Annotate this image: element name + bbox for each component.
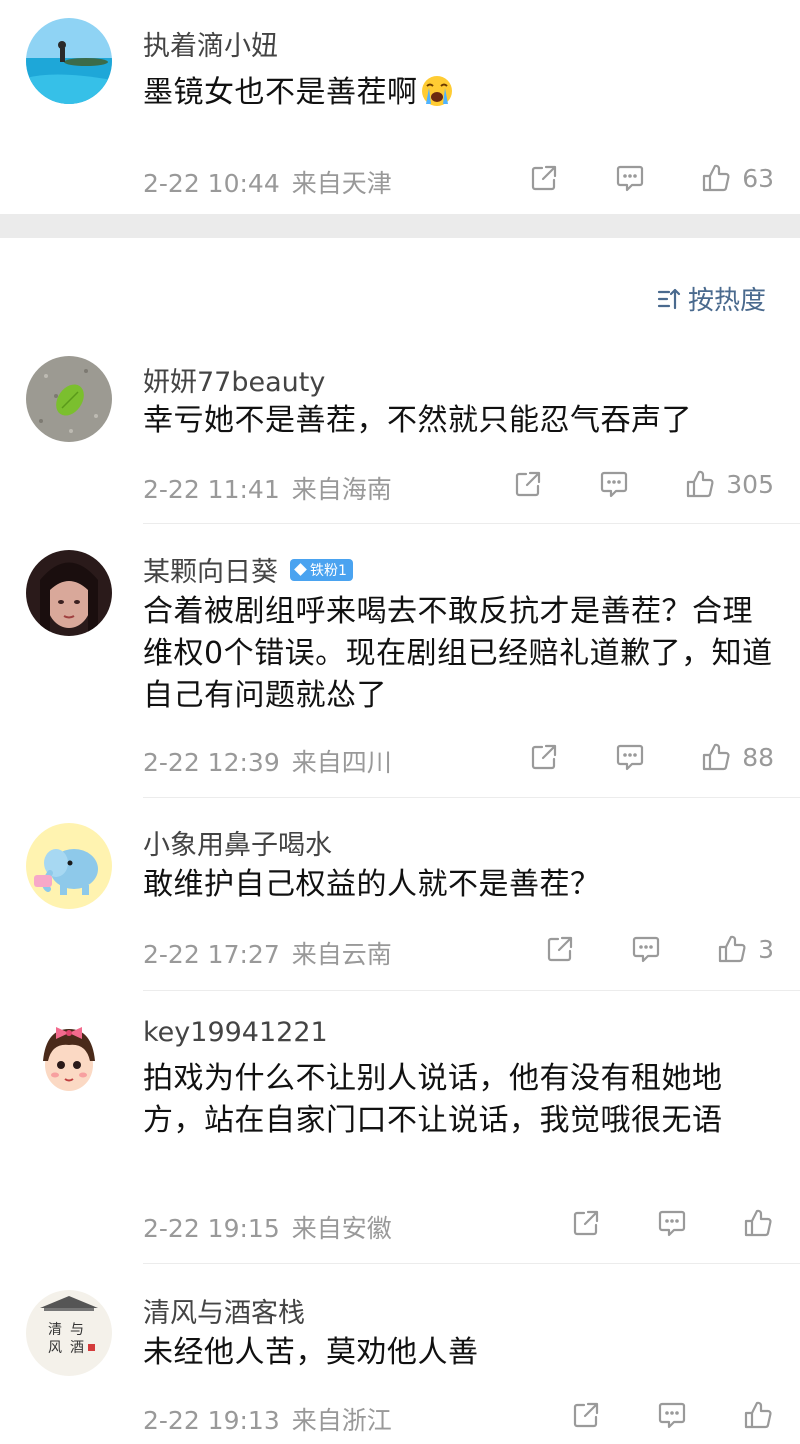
crying-face-emoji — [420, 74, 454, 120]
sort-icon — [657, 288, 681, 309]
comment-text: 未经他人苦，莫劝他人善 — [143, 1335, 479, 1370]
username[interactable]: 小象用鼻子喝水 — [143, 823, 332, 862]
svg-text:清: 清 — [48, 1322, 62, 1338]
divider — [143, 523, 800, 524]
comment-list-page: 执着滴小妞 墨镜女也不是善茬啊 2-22 10:44 来自天津 63 按热度 妍… — [0, 0, 800, 1444]
avatar[interactable] — [26, 823, 112, 909]
diamond-icon — [294, 563, 307, 576]
comment-meta: 2-22 19:15 来自安徽 — [143, 1209, 392, 1245]
comment-location: 来自浙江 — [291, 1406, 392, 1435]
comment-meta: 2-22 17:27 来自云南 — [143, 935, 392, 971]
thumbs-up-icon — [687, 470, 714, 498]
username[interactable]: 清风与酒客栈 — [143, 1291, 305, 1330]
comment-text: 幸亏她不是善茬，不然就只能忍气吞声了 — [143, 403, 692, 438]
comment-actions — [570, 1207, 774, 1239]
like-button[interactable]: 305 — [684, 468, 774, 500]
comment-icon[interactable] — [614, 162, 646, 194]
comment-icon[interactable] — [630, 933, 662, 965]
comment-location: 来自海南 — [291, 475, 392, 504]
comment-actions: 305 — [512, 468, 774, 500]
like-button[interactable]: 3 — [716, 933, 774, 965]
comment-text: 墨镜女也不是善茬啊 — [143, 72, 783, 120]
avatar[interactable] — [26, 356, 112, 442]
comment-date: 2-22 11:41 — [143, 475, 280, 504]
divider — [143, 990, 800, 991]
divider — [143, 797, 800, 798]
section-separator — [0, 214, 800, 238]
comment-actions — [570, 1399, 774, 1431]
like-button[interactable] — [742, 1399, 774, 1431]
comment-date: 2-22 19:13 — [143, 1406, 280, 1435]
like-button[interactable]: 88 — [700, 741, 774, 773]
svg-text:风: 风 — [48, 1340, 62, 1356]
username[interactable]: key19941221 — [143, 1017, 328, 1048]
comment-icon[interactable] — [656, 1399, 688, 1431]
share-icon[interactable] — [570, 1207, 602, 1239]
like-button[interactable]: 63 — [700, 162, 774, 194]
svg-text:酒: 酒 — [70, 1340, 84, 1356]
share-icon[interactable] — [570, 1399, 602, 1431]
comment-date: 2-22 10:44 — [143, 169, 280, 198]
comment-location: 来自云南 — [291, 940, 392, 969]
like-count: 63 — [742, 163, 774, 193]
like-button[interactable] — [742, 1207, 774, 1239]
avatar[interactable]: 清 风 与 酒 — [26, 1290, 112, 1376]
share-icon[interactable] — [528, 741, 560, 773]
avatar[interactable] — [26, 550, 112, 636]
avatar[interactable] — [26, 1015, 112, 1101]
comment-actions: 88 — [528, 741, 774, 773]
comment-date: 2-22 17:27 — [143, 940, 280, 969]
comment-date: 2-22 12:39 — [143, 748, 280, 777]
username[interactable]: 执着滴小妞 — [143, 24, 278, 63]
share-icon[interactable] — [528, 162, 560, 194]
comment-actions: 63 — [528, 162, 774, 194]
sort-label: 按热度 — [687, 286, 766, 316]
comment-location: 来自安徽 — [291, 1214, 392, 1243]
user-row: key19941221 — [143, 1017, 328, 1048]
comment-icon[interactable] — [656, 1207, 688, 1239]
svg-text:与: 与 — [70, 1322, 84, 1338]
thumbs-up-icon — [744, 1401, 772, 1429]
fan-badge-label: 铁粉1 — [310, 562, 347, 579]
like-count: 305 — [726, 469, 774, 499]
comment-icon[interactable] — [598, 468, 630, 500]
comment-icon[interactable] — [614, 741, 646, 773]
username[interactable]: 某颗向日葵 — [143, 550, 278, 589]
thumbs-up-icon — [703, 164, 730, 192]
share-icon[interactable] — [544, 933, 576, 965]
user-row: 执着滴小妞 — [143, 24, 278, 63]
comment-location: 来自天津 — [291, 169, 392, 198]
thumbs-up-icon — [703, 743, 730, 771]
thumbs-up-icon — [744, 1209, 772, 1237]
comment-text: 合着被剧组呼来喝去不敢反抗才是善茬？合理维权0个错误。现在剧组已经赔礼道歉了，知… — [143, 594, 773, 713]
comment-meta: 2-22 11:41 来自海南 — [143, 470, 392, 506]
avatar[interactable] — [26, 18, 112, 104]
username[interactable]: 妍妍77beauty — [143, 360, 325, 399]
comment-date: 2-22 19:15 — [143, 1214, 280, 1243]
comment-actions: 3 — [544, 933, 774, 965]
comment-meta: 2-22 12:39 来自四川 — [143, 743, 392, 779]
fan-badge: 铁粉1 — [290, 558, 353, 581]
comment-text: 拍戏为什么不让别人说话，他有没有租她地方，站在自家门口不让说话，我觉哦很无语 — [143, 1061, 723, 1138]
comment-location: 来自四川 — [291, 748, 392, 777]
user-row: 某颗向日葵 铁粉1 — [143, 550, 353, 589]
sort-by-hot-button[interactable]: 按热度 — [656, 280, 766, 317]
comment-text-content: 墨镜女也不是善茬啊 — [143, 75, 418, 110]
thumbs-up-icon — [718, 935, 746, 963]
divider — [143, 1263, 800, 1264]
comment-text: 敢维护自己权益的人就不是善茬？ — [143, 867, 601, 902]
user-row: 妍妍77beauty — [143, 360, 325, 399]
share-icon[interactable] — [512, 468, 544, 500]
comment-meta: 2-22 10:44 来自天津 — [143, 164, 392, 200]
user-row: 小象用鼻子喝水 — [143, 823, 332, 862]
like-count: 3 — [758, 934, 774, 964]
like-count: 88 — [742, 742, 774, 772]
comment-meta: 2-22 19:13 来自浙江 — [143, 1401, 392, 1437]
user-row: 清风与酒客栈 — [143, 1291, 305, 1330]
